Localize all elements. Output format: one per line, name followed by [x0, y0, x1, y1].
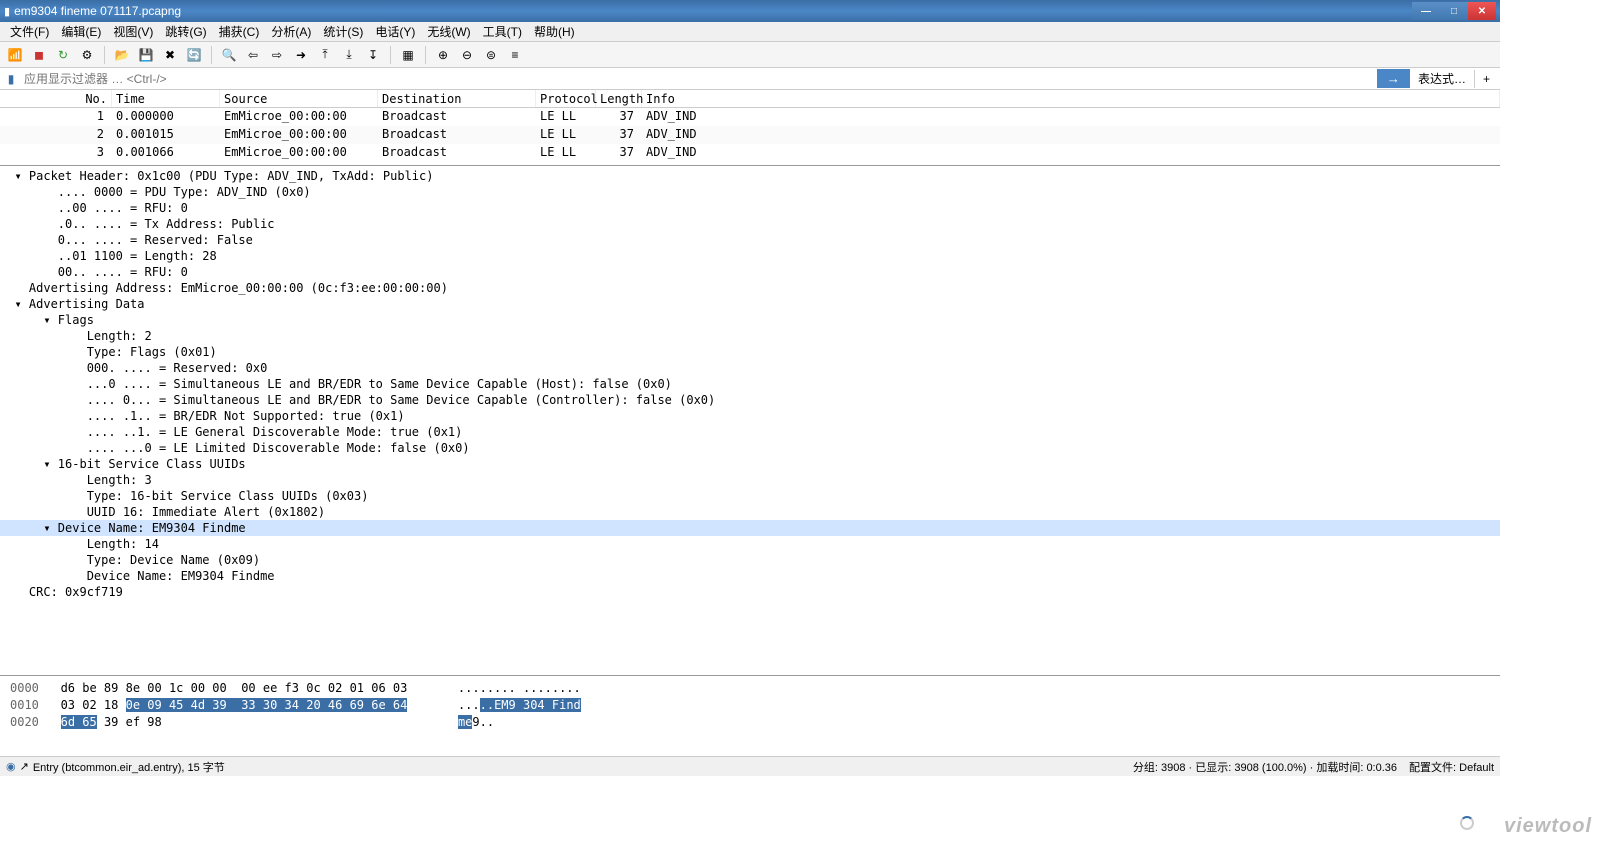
menu-item[interactable]: 工具(T) [477, 21, 528, 42]
status-packets-text: 分组: 3908 · 已显示: 3908 (100.0%) · 加载时间: 0:… [1133, 759, 1397, 775]
menu-item[interactable]: 文件(F) [4, 21, 55, 42]
stop-capture-icon[interactable]: ◼ [28, 44, 50, 66]
window-titlebar: ▮ em9304 fineme 071117.pcapng — □ ✕ [0, 0, 1500, 22]
reload-icon[interactable]: 🔄 [183, 44, 205, 66]
restart-capture-icon[interactable]: ↻ [52, 44, 74, 66]
menu-item[interactable]: 捕获(C) [213, 21, 266, 42]
col-header-protocol[interactable]: Protocol [536, 90, 596, 107]
col-header-destination[interactable]: Destination [378, 90, 536, 107]
save-file-icon[interactable]: 💾 [135, 44, 157, 66]
detail-tree-row[interactable]: .0.. .... = Tx Address: Public [0, 216, 1500, 232]
detail-tree-row[interactable]: ..01 1100 = Length: 28 [0, 248, 1500, 264]
shark-fin-icon[interactable]: 📶 [4, 44, 26, 66]
detail-tree-row[interactable]: Type: Device Name (0x09) [0, 552, 1500, 568]
detail-tree-row[interactable]: 0... .... = Reserved: False [0, 232, 1500, 248]
status-bar: ◉ ↗ Entry (btcommon.eir_ad.entry), 15 字节… [0, 756, 1500, 776]
colorize-icon[interactable]: ▦ [397, 44, 419, 66]
zoom-in-icon[interactable]: ⊕ [432, 44, 454, 66]
col-header-info[interactable]: Info [642, 90, 1500, 107]
col-header-source[interactable]: Source [220, 90, 378, 107]
status-profile-text[interactable]: 配置文件: Default [1409, 759, 1494, 775]
menu-item[interactable]: 视图(V) [107, 21, 159, 42]
detail-tree-row[interactable]: ▾ Device Name: EM9304 Findme [0, 520, 1500, 536]
close-button[interactable]: ✕ [1468, 2, 1496, 20]
watermark-text: viewtool [1504, 815, 1592, 838]
detail-tree-row[interactable]: .... ...0 = LE Limited Discoverable Mode… [0, 440, 1500, 456]
hex-row[interactable]: 0020 6d 65 39 ef 98 me9.. [10, 714, 1490, 731]
menu-item[interactable]: 跳转(G) [159, 21, 212, 42]
goto-packet-icon[interactable]: ➜ [290, 44, 312, 66]
detail-tree-row[interactable]: CRC: 0x9cf719 [0, 584, 1500, 600]
last-packet-icon[interactable]: ⤓ [338, 44, 360, 66]
capture-options-icon[interactable]: ⚙ [76, 44, 98, 66]
expert-info-icon[interactable]: ↗ [20, 760, 29, 773]
packet-bytes-pane[interactable]: 0000 d6 be 89 8e 00 1c 00 00 00 ee f3 0c… [0, 676, 1500, 756]
minimize-button[interactable]: — [1412, 2, 1440, 20]
detail-tree-row[interactable]: .... ..1. = LE General Discoverable Mode… [0, 424, 1500, 440]
detail-tree-row[interactable]: ▾ Flags [0, 312, 1500, 328]
first-packet-icon[interactable]: ⤒ [314, 44, 336, 66]
display-filter-input[interactable] [22, 70, 1377, 88]
col-header-length[interactable]: Length [596, 90, 642, 107]
detail-tree-row[interactable]: UUID 16: Immediate Alert (0x1802) [0, 504, 1500, 520]
col-header-no[interactable]: No. [0, 90, 112, 107]
detail-tree-row[interactable]: Length: 14 [0, 536, 1500, 552]
menu-item[interactable]: 帮助(H) [528, 21, 581, 42]
menubar: 文件(F)编辑(E)视图(V)跳转(G)捕获(C)分析(A)统计(S)电话(Y)… [0, 22, 1500, 42]
window-title: em9304 fineme 071117.pcapng [14, 4, 1412, 18]
detail-tree-row[interactable]: ...0 .... = Simultaneous LE and BR/EDR t… [0, 376, 1500, 392]
prev-packet-icon[interactable]: ⇦ [242, 44, 264, 66]
zoom-reset-icon[interactable]: ⊜ [480, 44, 502, 66]
display-filter-bar: ▮ → 表达式… + [0, 68, 1500, 90]
menu-item[interactable]: 电话(Y) [369, 21, 421, 42]
maximize-button[interactable]: □ [1440, 2, 1468, 20]
detail-tree-row[interactable]: Length: 3 [0, 472, 1500, 488]
next-packet-icon[interactable]: ⇨ [266, 44, 288, 66]
hex-row[interactable]: 0000 d6 be 89 8e 00 1c 00 00 00 ee f3 0c… [10, 680, 1490, 697]
detail-tree-row[interactable]: ▾ 16-bit Service Class UUIDs [0, 456, 1500, 472]
hex-row[interactable]: 0010 03 02 18 0e 09 45 4d 39 33 30 34 20… [10, 697, 1490, 714]
apply-filter-button[interactable]: → [1377, 69, 1410, 88]
menu-item[interactable]: 统计(S) [317, 21, 369, 42]
detail-tree-row[interactable]: .... 0... = Simultaneous LE and BR/EDR t… [0, 392, 1500, 408]
zoom-out-icon[interactable]: ⊖ [456, 44, 478, 66]
packet-row[interactable]: 30.001066EmMicroe_00:00:00BroadcastLE LL… [0, 144, 1500, 162]
col-header-time[interactable]: Time [112, 90, 220, 107]
loading-spinner-icon [1460, 816, 1474, 830]
detail-tree-row[interactable]: ▾ Packet Header: 0x1c00 (PDU Type: ADV_I… [0, 168, 1500, 184]
detail-tree-row[interactable]: 000. .... = Reserved: 0x0 [0, 360, 1500, 376]
detail-tree-row[interactable]: ..00 .... = RFU: 0 [0, 200, 1500, 216]
packet-details-pane[interactable]: ▾ Packet Header: 0x1c00 (PDU Type: ADV_I… [0, 166, 1500, 676]
menu-item[interactable]: 分析(A) [265, 21, 317, 42]
open-file-icon[interactable]: 📂 [111, 44, 133, 66]
detail-tree-row[interactable]: Length: 2 [0, 328, 1500, 344]
expression-button[interactable]: 表达式… [1410, 68, 1474, 89]
main-toolbar: 📶 ◼ ↻ ⚙ 📂 💾 ✖ 🔄 🔍 ⇦ ⇨ ➜ ⤒ ⤓ ↧ ▦ ⊕ ⊖ ⊜ ≡ [0, 42, 1500, 68]
status-entry-text: Entry (btcommon.eir_ad.entry), 15 字节 [33, 759, 225, 775]
packet-row[interactable]: 20.001015EmMicroe_00:00:00BroadcastLE LL… [0, 126, 1500, 144]
detail-tree-row[interactable]: ▾ Advertising Data [0, 296, 1500, 312]
detail-tree-row[interactable]: .... .1.. = BR/EDR Not Supported: true (… [0, 408, 1500, 424]
status-indicator-icon: ◉ [6, 760, 16, 773]
detail-tree-row[interactable]: Type: Flags (0x01) [0, 344, 1500, 360]
detail-tree-row[interactable]: 00.. .... = RFU: 0 [0, 264, 1500, 280]
detail-tree-row[interactable]: Type: 16-bit Service Class UUIDs (0x03) [0, 488, 1500, 504]
packet-list-pane[interactable]: 10.000000EmMicroe_00:00:00BroadcastLE LL… [0, 108, 1500, 166]
resize-columns-icon[interactable]: ≡ [504, 44, 526, 66]
packet-row[interactable]: 10.000000EmMicroe_00:00:00BroadcastLE LL… [0, 108, 1500, 126]
detail-tree-row[interactable]: .... 0000 = PDU Type: ADV_IND (0x0) [0, 184, 1500, 200]
packet-list-header: No. Time Source Destination Protocol Len… [0, 90, 1500, 108]
detail-tree-row[interactable]: Device Name: EM9304 Findme [0, 568, 1500, 584]
menu-item[interactable]: 无线(W) [421, 21, 476, 42]
add-filter-button[interactable]: + [1474, 70, 1498, 88]
detail-tree-row[interactable]: Advertising Address: EmMicroe_00:00:00 (… [0, 280, 1500, 296]
close-file-icon[interactable]: ✖ [159, 44, 181, 66]
find-icon[interactable]: 🔍 [218, 44, 240, 66]
menu-item[interactable]: 编辑(E) [55, 21, 107, 42]
bookmark-icon[interactable]: ▮ [2, 70, 20, 88]
app-icon: ▮ [4, 5, 10, 18]
auto-scroll-icon[interactable]: ↧ [362, 44, 384, 66]
